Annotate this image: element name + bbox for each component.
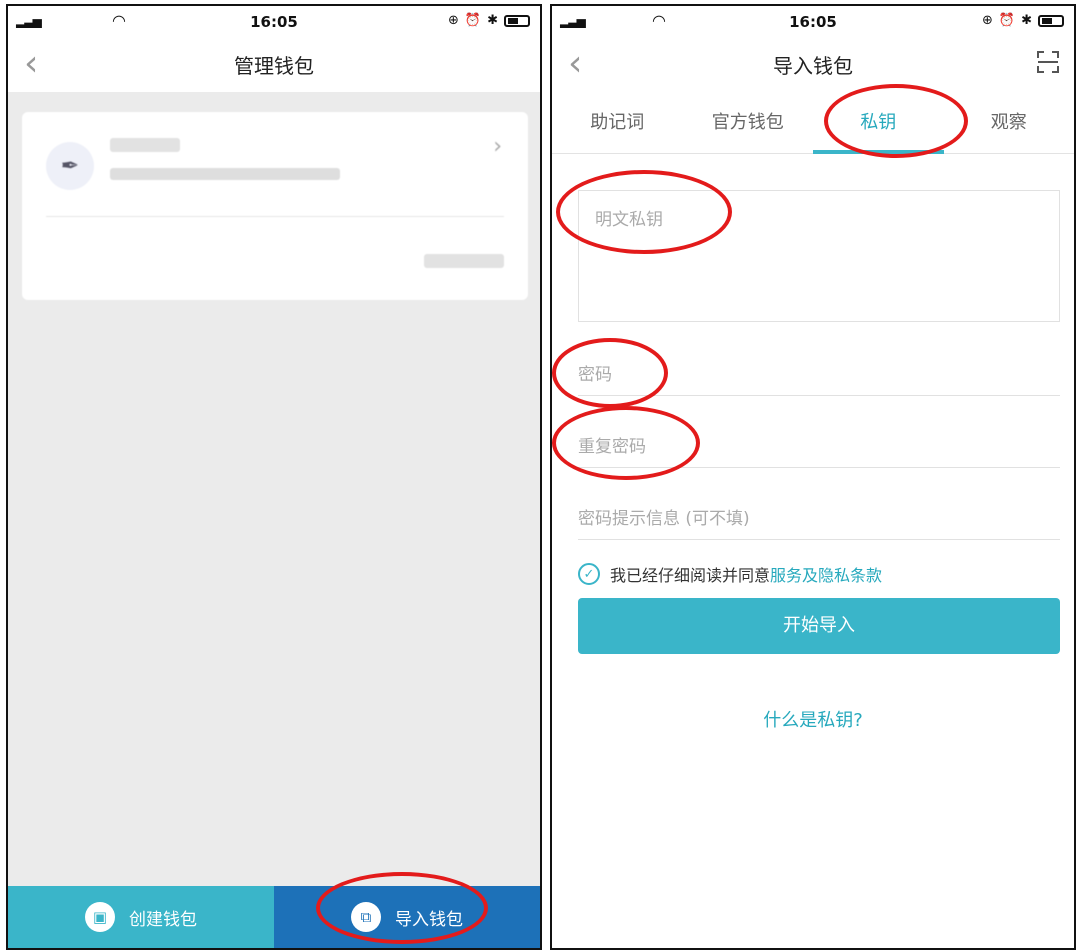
chevron-right-icon: ›: [493, 134, 502, 159]
terms-link[interactable]: 服务及隐私条款: [770, 566, 882, 585]
alarm-icon: ⏰: [998, 13, 1016, 28]
alarm-icon: ⏰: [464, 13, 482, 28]
import-wallet-screen: ▂▃▅ ◠ 16:05 ⊕ ⏰ ✱ ‹ 导入钱包 助记词 官方钱包 私钥 观察 …: [550, 4, 1076, 950]
wallet-card[interactable]: ✒ ›: [22, 112, 528, 300]
import-method-tabs: 助记词 官方钱包 私钥 观察: [552, 92, 1074, 154]
tab-official-wallet[interactable]: 官方钱包: [683, 92, 814, 153]
create-wallet-button[interactable]: ▣ 创建钱包: [8, 886, 274, 948]
lock-rotation-icon: ⊕: [448, 13, 459, 28]
password-placeholder: 密码: [578, 365, 612, 385]
wallet-balance-blurred: [424, 254, 504, 268]
lock-rotation-icon: ⊕: [982, 13, 993, 28]
status-bar: ▂▃▅ ◠ 16:05 ⊕ ⏰ ✱: [552, 6, 1074, 40]
status-bar: ▂▃▅ ◠ 16:05 ⊕ ⏰ ✱: [8, 6, 540, 40]
import-icon: ⧉: [351, 902, 381, 932]
repeat-password-input[interactable]: 重复密码: [578, 422, 1060, 468]
repeat-password-placeholder: 重复密码: [578, 437, 646, 457]
check-circle-icon[interactable]: ✓: [578, 563, 600, 585]
import-wallet-label: 导入钱包: [395, 909, 463, 930]
wallet-name-blurred: [110, 138, 180, 152]
bluetooth-icon: ✱: [487, 13, 498, 28]
wallet-list: ✒ ›: [8, 92, 540, 886]
nav-bar: ‹ 管理钱包: [8, 40, 540, 92]
terms-agreement: ✓ 我已经仔细阅读并同意服务及隐私条款: [578, 562, 882, 586]
password-hint-input[interactable]: 密码提示信息 (可不填): [578, 494, 1060, 540]
bluetooth-icon: ✱: [1021, 13, 1032, 28]
page-title: 管理钱包: [234, 54, 314, 78]
nav-bar: ‹ 导入钱包: [552, 40, 1074, 92]
start-import-button[interactable]: 开始导入: [578, 598, 1060, 654]
scan-icon[interactable]: [1036, 50, 1060, 74]
wallet-icon: ▣: [85, 902, 115, 932]
wallet-avatar: ✒: [46, 142, 94, 190]
password-input[interactable]: 密码: [578, 350, 1060, 396]
battery-icon: [1038, 14, 1064, 27]
agree-text: 我已经仔细阅读并同意: [610, 566, 771, 585]
page-title: 导入钱包: [773, 54, 853, 78]
private-key-placeholder: 明文私钥: [595, 210, 663, 230]
private-key-input[interactable]: 明文私钥: [578, 190, 1060, 322]
wallet-address-blurred: [110, 168, 340, 180]
divider: [46, 216, 504, 217]
tab-private-key[interactable]: 私钥: [813, 92, 944, 154]
battery-icon: [504, 14, 530, 27]
bottom-action-bar: ▣ 创建钱包 ⧉ 导入钱包: [8, 886, 540, 948]
manage-wallet-screen: ▂▃▅ ◠ 16:05 ⊕ ⏰ ✱ ‹ 管理钱包 ✒ › ▣ 创建钱包 ⧉ 导入…: [6, 4, 542, 950]
tab-watch[interactable]: 观察: [944, 92, 1075, 153]
what-is-private-key-link[interactable]: 什么是私钥?: [552, 706, 1074, 732]
create-wallet-label: 创建钱包: [129, 909, 197, 930]
password-hint-placeholder: 密码提示信息 (可不填): [578, 509, 750, 529]
import-wallet-button[interactable]: ⧉ 导入钱包: [274, 886, 540, 948]
tab-mnemonic[interactable]: 助记词: [552, 92, 683, 153]
